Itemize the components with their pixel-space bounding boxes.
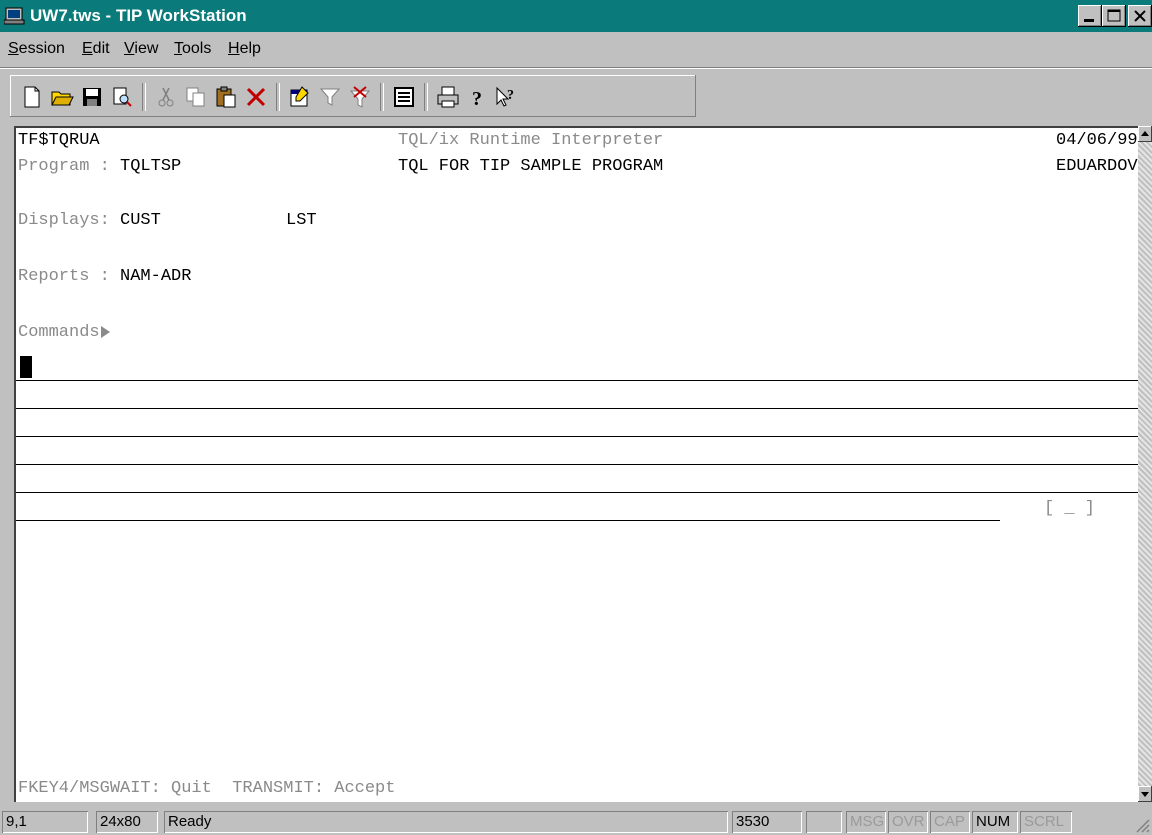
screen-icon[interactable] [392,85,416,109]
indicator-scrl: SCRL [1020,811,1072,833]
command-input-line-6[interactable] [16,520,1000,521]
commands-prompt: Commands [18,322,110,344]
menu-tools[interactable]: Tools [174,40,211,58]
menu-session-accel: S [8,40,19,57]
toolbar-separator [380,83,384,111]
option-bracket-field[interactable]: [ _ ] [1044,498,1095,520]
menu-help-accel: H [228,40,240,57]
menu-help-rest: elp [239,40,261,57]
interpreter-title: TQL/ix Runtime Interpreter [398,131,664,150]
reports-value: NAM-ADR [120,267,192,286]
status-message: Ready [164,811,728,833]
command-input-line-4[interactable] [16,464,1138,465]
menu-tools-rest: ools [182,40,212,57]
reports-row: Reports : NAM-ADR [18,266,191,288]
resize-grip-icon[interactable] [1134,817,1150,833]
cut-icon[interactable] [154,85,178,109]
properties-icon[interactable] [288,85,312,109]
status-blank-panel [806,811,842,833]
indicator-cap: CAP [930,811,970,833]
delete-icon[interactable] [244,85,268,109]
indicator-num: NUM [972,811,1018,833]
menu-edit-accel: E [82,40,93,57]
commands-label: Commands [18,323,100,342]
menu-view-rest: iew [134,40,159,57]
status-bar: 9,1 24x80 Ready 3530 MSG OVR CAP NUM SCR… [0,806,1152,835]
print-preview-icon[interactable] [110,85,134,109]
program-row: Program : TQLTSP [18,156,181,178]
vertical-scrollbar[interactable] [1138,126,1152,802]
indicator-msg: MSG [846,811,886,833]
menu-tools-accel: T [174,40,182,57]
paste-icon[interactable] [214,85,238,109]
toolbar: ? ? [0,68,1152,122]
menu-edit[interactable]: Edit [82,40,110,58]
screen-date: 04/06/99 [1056,131,1138,150]
displays-label: Displays: [18,211,121,230]
status-code: 3530 [732,811,802,833]
close-icon[interactable] [1128,5,1152,27]
menu-view[interactable]: View [124,40,158,58]
title-bar: UW7.tws - TIP WorkStation [0,0,1152,32]
open-icon[interactable] [50,85,74,109]
terminal-screen[interactable]: TF$TQRUA TQL/ix Runtime Interpreter 04/0… [14,126,1138,802]
menu-bar: Session Edit View Tools Help [0,32,1152,68]
screen-id: TF$TQRUA [18,131,100,150]
context-help-icon[interactable]: ? [494,85,518,109]
reports-label: Reports : [18,267,121,286]
prompt-arrow-icon [100,325,110,338]
maximize-icon[interactable] [1102,5,1126,27]
displays-value-1: CUST [120,211,161,230]
user-id: EDUARDOV [1056,157,1138,176]
program-description: TQL FOR TIP SAMPLE PROGRAM [398,157,664,176]
terminal-app-icon [4,7,25,25]
menu-view-accel: V [124,40,135,57]
svg-text:?: ? [507,88,514,103]
program-value: TQLTSP [120,157,182,176]
screen-size: 24x80 [96,811,158,833]
scroll-up-icon[interactable] [1138,126,1152,142]
displays-row: Displays: CUST [18,210,161,232]
scroll-down-icon[interactable] [1138,786,1152,802]
indicator-ovr: OVR [888,811,928,833]
new-icon[interactable] [20,85,44,109]
toolbar-separator [424,83,428,111]
toolbar-separator [276,83,280,111]
menu-session[interactable]: Session [8,40,65,58]
save-icon[interactable] [80,85,104,109]
displays-value-2: LST [286,211,317,230]
filter-remove-icon[interactable] [348,85,372,109]
command-input-line-2[interactable] [16,408,1138,409]
toolbar-group: ? ? [10,75,696,117]
function-key-hints: FKEY4/MSGWAIT: Quit TRANSMIT: Accept [18,779,396,798]
command-input-line-3[interactable] [16,436,1138,437]
menu-help[interactable]: Help [228,40,261,58]
window-title: UW7.tws - TIP WorkStation [30,6,247,25]
command-input-line-5[interactable] [16,492,1138,493]
command-input-line-1[interactable] [16,380,1138,381]
menu-session-rest: ession [18,40,65,57]
toolbar-separator [142,83,146,111]
text-cursor [20,356,32,378]
print-icon[interactable] [436,85,460,109]
menu-edit-rest: dit [92,40,110,57]
filter-icon[interactable] [318,85,342,109]
program-label: Program : [18,157,121,176]
copy-icon[interactable] [184,85,208,109]
help-icon[interactable]: ? [466,85,490,109]
svg-text:?: ? [472,88,482,109]
minimize-icon[interactable] [1078,5,1102,27]
cursor-position: 9,1 [2,811,88,833]
